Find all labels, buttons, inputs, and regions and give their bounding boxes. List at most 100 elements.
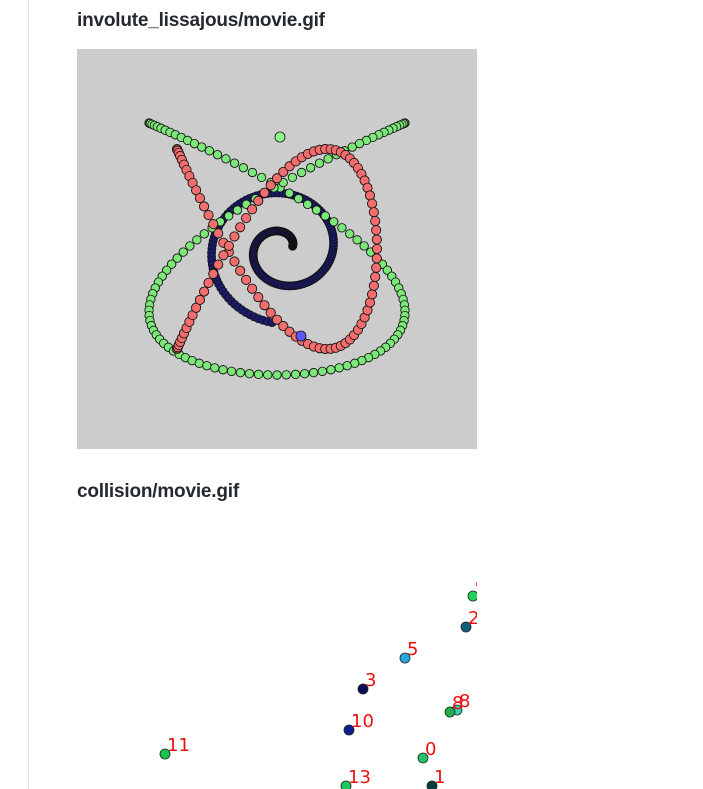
lissajous-red-dots [172,144,382,354]
lissajous-green-dot [314,158,325,168]
lissajous-red-dot [213,259,224,270]
lissajous-green-dot [347,142,357,152]
lissajous-green-dot [284,188,294,198]
lissajous-green-dot [185,241,195,251]
particle-11: 11 [159,735,190,760]
collision-gif: 01235889101113 [77,520,477,789]
lissajous-red-dot [223,240,234,251]
lissajous-red-dot [229,231,240,242]
lissajous-red-dot [371,262,382,273]
lissajous-green-dot [256,172,267,183]
lissajous-red-dot [247,204,258,215]
lissajous-red-dot [253,292,264,303]
section-heading-involute-lissajous: involute_lissajous/movie.gif [77,10,325,31]
lissajous-green-dot [244,369,254,379]
lissajous-green-dot [202,361,212,371]
particle-label: 1 [434,767,445,788]
particle-label: 11 [167,735,190,756]
lissajous-green-dot [329,217,339,227]
lissajous-green-dot [311,205,322,215]
lissajous-red-dot [367,289,378,300]
section-heading-collision: collision/movie.gif [77,481,239,502]
lissajous-red-dot [247,283,258,294]
lissajous-red-dot [208,219,219,230]
particle-label: 2 [468,608,477,629]
lissajous-green-dot [194,358,204,368]
lissajous-red-dot [241,213,252,224]
tracer-blue-dot [295,330,307,342]
lissajous-red-dot [364,190,375,201]
lissajous-green-dot [199,229,209,239]
particle-label: 8 [452,693,463,714]
lissajous-red-dot [253,195,264,206]
lissajous-green-dot [210,363,220,373]
lissajous-green-dot [263,370,273,380]
lissajous-green-dot [229,158,240,168]
lissajous-green-dot [212,150,223,160]
lissajous-red-dot [371,253,382,264]
involute-lissajous-gif [77,49,477,449]
lissajous-green-dot [345,229,355,239]
lissajous-green-dot [352,235,362,245]
particle-label: 0 [425,739,436,760]
lissajous-green-dot [317,366,327,376]
lissajous-green-dot [224,211,234,221]
lissajous-green-dot [287,172,298,183]
lissajous-red-dot [259,300,270,311]
lissajous-green-dot [192,235,202,245]
lissajous-red-dot [235,222,246,233]
particle-1: 1 [426,767,445,789]
lissajous-red-dot [371,234,382,245]
particle-3: 3 [357,670,376,695]
lissajous-red-dot [199,201,210,212]
particle-label: 3 [365,670,376,691]
lissajous-green-dot [350,358,360,368]
lissajous-red-dot [208,268,219,279]
lissajous-green-dot [306,163,316,173]
lissajous-green-dot [238,163,248,173]
lissajous-green-dot [359,241,369,251]
lissajous-green-dot [334,363,344,373]
lissajous-red-dot [371,243,382,254]
lissajous-red-dot [367,198,378,209]
lissajous-green-dot [272,370,282,380]
lissajous-green-dot [323,154,333,164]
lissajous-red-dot [241,274,252,285]
particle-label: 13 [348,767,371,788]
lissajous-red-dot [370,216,381,227]
lissajous-green-dot [197,142,207,152]
lissajous-red-dot [370,271,381,282]
lissajous-green-dot [326,365,336,375]
particle-9: 9 [467,577,477,602]
page: involute_lissajous/movie.gif collision/m… [0,0,703,789]
lissajous-red-dot [203,277,214,288]
lissajous-red-dot [199,286,210,297]
lissajous-green-dot [303,199,313,209]
lissajous-green-dot [290,369,301,380]
particle-5: 5 [399,639,418,664]
particle-10: 10 [343,711,374,736]
lissajous-green-dot [320,211,330,221]
lissajous-red-dot [368,280,379,291]
collision-animation-frame: 01235889101113 [159,577,477,789]
particle-13: 13 [340,767,371,789]
tracer-green-dot [274,131,286,143]
lissajous-red-dot [368,207,379,218]
particle-2: 2 [460,608,477,633]
lissajous-green-dot [204,146,215,156]
lissajous-green-dot [253,369,264,380]
lissajous-red-dot [203,210,214,221]
lissajous-red-dot [259,187,270,198]
lissajous-red-dot [194,193,205,204]
lissajous-green-dot [218,365,228,375]
lissajous-green-dot [300,369,310,379]
involute-lissajous-animation-frame [144,118,410,380]
lissajous-green-dot [247,167,258,178]
lissajous-green-dot [232,205,243,215]
particle-label: 9 [475,577,477,598]
lissajous-red-dot [213,228,224,239]
particle-0: 0 [417,739,436,764]
lissajous-green-dot [342,361,352,371]
lissajous-green-dot [296,167,307,178]
lissajous-green-dot [221,154,231,164]
